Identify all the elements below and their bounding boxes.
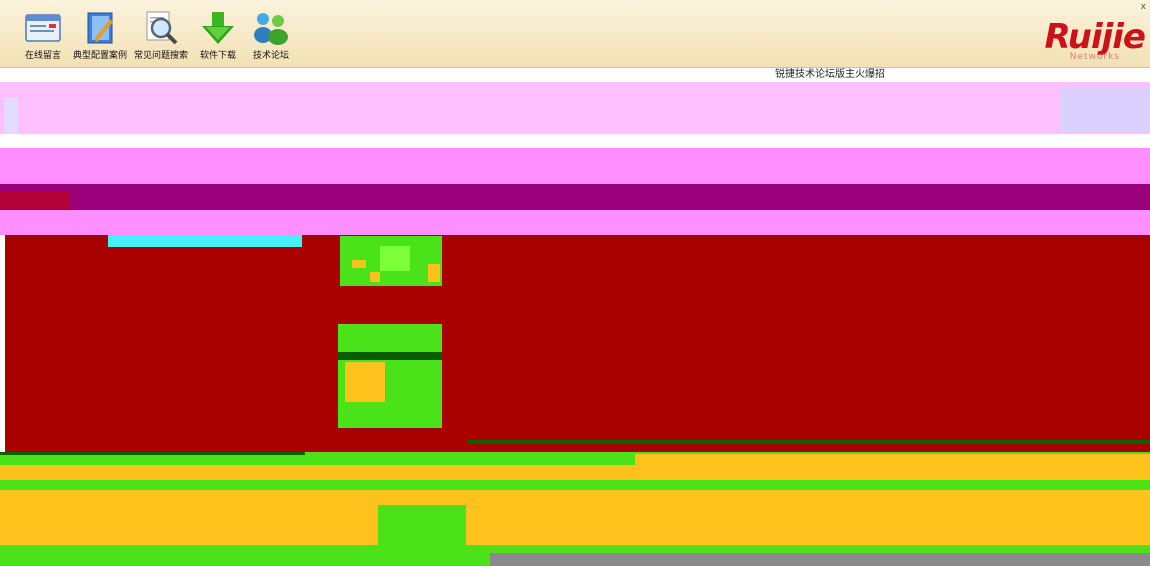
software-download-label: 软件下载 xyxy=(200,51,237,61)
glitch-block-pink-mid xyxy=(0,148,1150,184)
faq-search-icon xyxy=(138,8,184,48)
typical-config-case-label: 典型配置案例 xyxy=(73,51,128,61)
glitch-gap-white xyxy=(0,134,1150,148)
glitch-block-lavender-left xyxy=(4,98,18,138)
glitch-block-cyan xyxy=(108,235,302,247)
tech-forum-button[interactable]: 技术论坛 xyxy=(248,8,294,61)
faq-search-button[interactable]: 常见问题搜索 xyxy=(134,8,188,61)
glitch-block-red xyxy=(5,235,1150,453)
ruijie-logo-subtext: Networks xyxy=(1069,52,1120,62)
top-toolbar: 在线留言 典型配置案例 常见问题搜索 软件下载 技术论坛 x Ruijie Ne… xyxy=(0,0,1150,68)
glitch-block-lavender-right xyxy=(1060,88,1150,132)
online-message-label: 在线留言 xyxy=(24,51,61,61)
glitch-dark-stripe xyxy=(338,352,442,360)
glitch-band-green-3 xyxy=(0,545,1150,553)
glitch-band-yellow-1 xyxy=(0,465,1150,480)
online-message-button[interactable]: 在线留言 xyxy=(20,8,66,61)
glitch-yellow-square xyxy=(345,362,385,402)
forum-users-icon xyxy=(248,8,294,48)
software-download-button[interactable]: 软件下载 xyxy=(195,8,241,61)
tech-forum-label: 技术论坛 xyxy=(253,51,290,61)
glitch-band-green-bottom xyxy=(0,553,490,566)
message-board-icon xyxy=(20,8,66,48)
notice-bar: 锐捷技术论坛版主火爆招 xyxy=(0,68,1150,82)
download-arrow-icon xyxy=(195,8,241,48)
forum-moderator-notice[interactable]: 锐捷技术论坛版主火爆招 xyxy=(775,68,885,82)
glitch-band-yellow-2 xyxy=(0,490,1150,545)
glitch-green-patch-upper xyxy=(340,236,442,286)
faq-search-label: 常见问题搜索 xyxy=(134,51,189,61)
glitch-block-pink-top xyxy=(0,82,1150,134)
toolbar-button-list: 在线留言 典型配置案例 常见问题搜索 软件下载 技术论坛 xyxy=(20,8,301,61)
glitch-block-pink-lower xyxy=(0,210,1150,235)
glitch-band-gray-bottom xyxy=(490,553,1150,566)
close-icon[interactable]: x xyxy=(1141,2,1146,12)
config-case-book-icon xyxy=(77,8,123,48)
typical-config-case-button[interactable]: 典型配置案例 xyxy=(73,8,127,61)
glitch-dark-line-right xyxy=(468,440,1150,444)
ruijie-logo: Ruijie xyxy=(1044,17,1146,57)
glitch-dark-line-left xyxy=(0,452,305,455)
glitch-band-green-2 xyxy=(0,480,1150,490)
glitch-block-purple xyxy=(0,184,1150,210)
